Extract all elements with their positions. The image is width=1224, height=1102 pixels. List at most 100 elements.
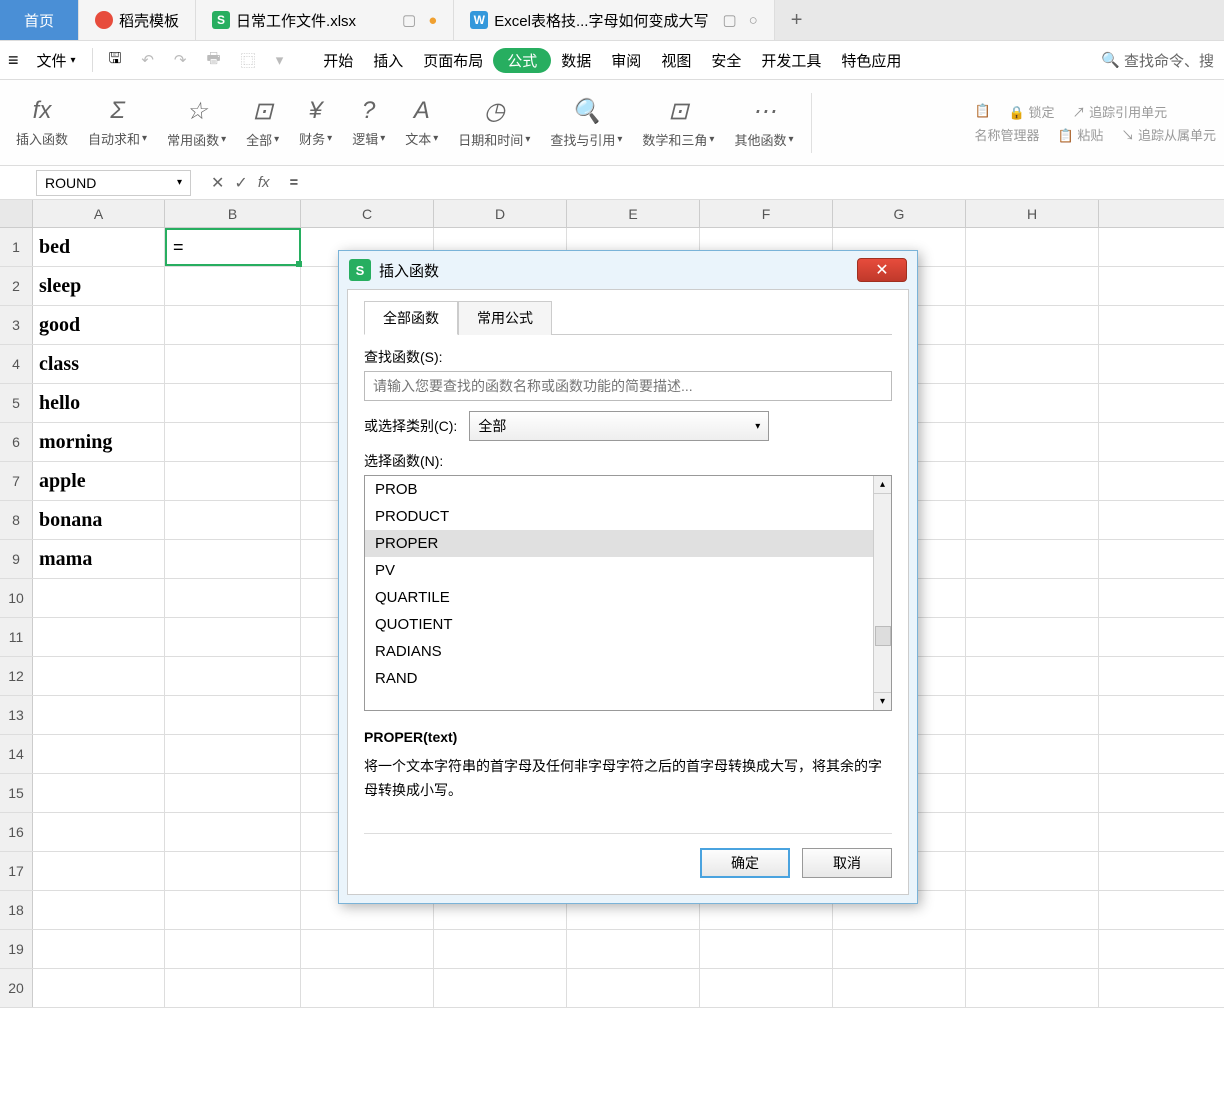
cell-B13[interactable]: [165, 696, 301, 734]
cell-H17[interactable]: [966, 852, 1099, 890]
cell-B18[interactable]: [165, 891, 301, 929]
col-header-g[interactable]: G: [833, 200, 966, 227]
cell-D19[interactable]: [434, 930, 567, 968]
cell-A7[interactable]: apple: [33, 462, 165, 500]
cell-C19[interactable]: [301, 930, 434, 968]
cell-B8[interactable]: [165, 501, 301, 539]
cell-H6[interactable]: [966, 423, 1099, 461]
cancel-button[interactable]: 取消: [802, 848, 892, 878]
ribbon-insert-function[interactable]: fx 插入函数: [8, 93, 76, 152]
cell-H3[interactable]: [966, 306, 1099, 344]
menu-review[interactable]: 审阅: [601, 41, 651, 79]
cell-A14[interactable]: [33, 735, 165, 773]
cell-B17[interactable]: [165, 852, 301, 890]
cell-B14[interactable]: [165, 735, 301, 773]
cell-A11[interactable]: [33, 618, 165, 656]
scroll-up-icon[interactable]: ▴: [874, 476, 891, 494]
tab-workbook[interactable]: S 日常工作文件.xlsx ▢ ●: [196, 0, 454, 40]
close-button[interactable]: ✕: [857, 258, 907, 282]
cell-H14[interactable]: [966, 735, 1099, 773]
tab-home[interactable]: 首页: [0, 0, 79, 40]
print-icon[interactable]: 🖶: [197, 41, 231, 79]
menu-start[interactable]: 开始: [313, 41, 363, 79]
function-list-item[interactable]: QUARTILE: [365, 584, 891, 611]
cell-A18[interactable]: [33, 891, 165, 929]
function-list-item[interactable]: PV: [365, 557, 891, 584]
trace-precedents[interactable]: ↗ 追踪引用单元: [1073, 102, 1168, 121]
menu-dev[interactable]: 开发工具: [751, 41, 831, 79]
ribbon-text[interactable]: A 文本▾: [397, 93, 446, 152]
cell-B5[interactable]: [165, 384, 301, 422]
menu-layout[interactable]: 页面布局: [413, 41, 493, 79]
col-header-f[interactable]: F: [700, 200, 833, 227]
menu-insert[interactable]: 插入: [363, 41, 413, 79]
preview-icon[interactable]: ⿴: [231, 41, 266, 79]
scrollbar[interactable]: ▴ ▾: [873, 476, 891, 710]
dialog-titlebar[interactable]: S 插入函数 ✕: [339, 251, 917, 289]
menu-security[interactable]: 安全: [701, 41, 751, 79]
cell-B6[interactable]: [165, 423, 301, 461]
cell-A8[interactable]: bonana: [33, 501, 165, 539]
ribbon-common-functions[interactable]: ☆ 常用函数▾: [159, 93, 234, 153]
row-header[interactable]: 7: [0, 462, 33, 500]
row-header[interactable]: 2: [0, 267, 33, 305]
cell-A1[interactable]: bed: [33, 228, 165, 266]
menu-data[interactable]: 数据: [551, 41, 601, 79]
cell-C20[interactable]: [301, 969, 434, 1007]
search-function-input[interactable]: [364, 371, 892, 401]
formula-input[interactable]: =: [279, 174, 1224, 191]
save-icon[interactable]: 🖫: [99, 41, 132, 79]
row-header[interactable]: 6: [0, 423, 33, 461]
tab-all-functions[interactable]: 全部函数: [364, 301, 458, 335]
function-list-item[interactable]: PROB: [365, 476, 891, 503]
cell-A17[interactable]: [33, 852, 165, 890]
cell-B20[interactable]: [165, 969, 301, 1007]
function-list-item[interactable]: PRODUCT: [365, 503, 891, 530]
col-header-e[interactable]: E: [567, 200, 700, 227]
cell-B16[interactable]: [165, 813, 301, 851]
ribbon-finance[interactable]: ¥ 财务▾: [291, 93, 340, 152]
ribbon-mathtrig[interactable]: ⊡ 数学和三角▾: [634, 93, 722, 153]
row-header[interactable]: 17: [0, 852, 33, 890]
menu-special[interactable]: 特色应用: [831, 41, 911, 79]
cell-H1[interactable]: [966, 228, 1099, 266]
hamburger-menu[interactable]: ≡: [0, 41, 27, 79]
category-select[interactable]: 全部▾: [469, 411, 769, 441]
cell-H18[interactable]: [966, 891, 1099, 929]
tab-add-button[interactable]: +: [775, 0, 819, 40]
cell-B4[interactable]: [165, 345, 301, 383]
cell-H5[interactable]: [966, 384, 1099, 422]
col-header-a[interactable]: A: [33, 200, 165, 227]
cell-B9[interactable]: [165, 540, 301, 578]
cell-A9[interactable]: mama: [33, 540, 165, 578]
row-header[interactable]: 15: [0, 774, 33, 812]
ribbon-all-functions[interactable]: ⊡ 全部▾: [238, 93, 287, 153]
scroll-thumb[interactable]: [875, 626, 891, 646]
scroll-down-icon[interactable]: ▾: [874, 692, 891, 710]
row-header[interactable]: 19: [0, 930, 33, 968]
row-header[interactable]: 8: [0, 501, 33, 539]
col-header-d[interactable]: D: [434, 200, 567, 227]
dropdown-icon[interactable]: ▾: [266, 41, 294, 79]
cell-B7[interactable]: [165, 462, 301, 500]
cell-H19[interactable]: [966, 930, 1099, 968]
ok-button[interactable]: 确定: [700, 848, 790, 878]
menu-file[interactable]: 文件▾: [27, 41, 86, 79]
cell-A4[interactable]: class: [33, 345, 165, 383]
cell-H11[interactable]: [966, 618, 1099, 656]
tab-excel-doc[interactable]: W Excel表格技...字母如何变成大写 ▢ ○: [454, 0, 774, 40]
cell-A15[interactable]: [33, 774, 165, 812]
cell-A16[interactable]: [33, 813, 165, 851]
cell-H12[interactable]: [966, 657, 1099, 695]
select-all-corner[interactable]: [0, 200, 33, 227]
function-list-item[interactable]: RADIANS: [365, 638, 891, 665]
cell-B15[interactable]: [165, 774, 301, 812]
cell-H7[interactable]: [966, 462, 1099, 500]
row-header[interactable]: 1: [0, 228, 33, 266]
cell-H8[interactable]: [966, 501, 1099, 539]
row-header[interactable]: 14: [0, 735, 33, 773]
cell-G19[interactable]: [833, 930, 966, 968]
cell-A2[interactable]: sleep: [33, 267, 165, 305]
cell-E19[interactable]: [567, 930, 700, 968]
search-commands[interactable]: 🔍 查找命令、搜: [1091, 41, 1224, 79]
